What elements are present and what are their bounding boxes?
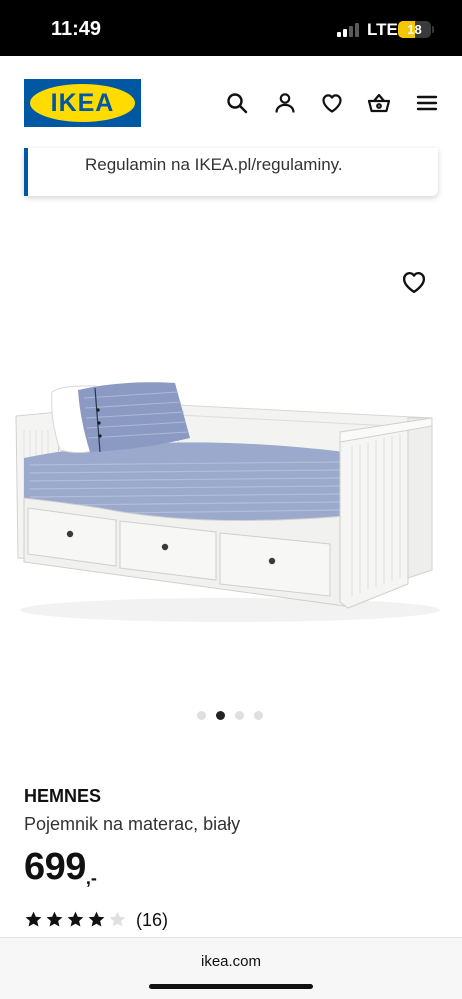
product-description: Pojemnik na materac, biały [24,814,241,834]
price-decimal: ,- [85,868,97,888]
home-indicator[interactable] [149,984,313,989]
carousel-dot-1[interactable] [197,711,206,720]
browser-url[interactable]: ikea.com [0,953,462,970]
add-to-favorites-icon[interactable] [400,268,428,296]
info-banner: Regulamin na IKEA.pl/regulaminy. [24,148,438,196]
rating-count[interactable]: (16) [136,910,168,931]
user-icon[interactable] [273,91,297,115]
battery-icon: 18 [398,21,431,38]
price-integer: 699 [24,846,86,888]
star-filled-icon [87,910,106,929]
star-filled-icon [66,910,85,929]
battery-cap [432,26,434,33]
basket-icon[interactable] [367,91,391,115]
info-banner-accent [24,148,28,196]
product-price: 699,- [24,846,97,890]
status-bar: 11:49 LTE 18 [0,0,462,56]
product-name: HEMNES [24,786,102,806]
carousel-dot-4[interactable] [254,711,263,720]
browser-url-bar[interactable]: ikea.com [0,937,462,999]
menu-icon[interactable] [415,91,439,115]
product-image[interactable] [0,240,462,660]
battery-level: 18 [407,22,422,37]
logo-text: IKEA [50,89,115,117]
star-filled-icon [45,910,64,929]
network-type: LTE [367,20,398,39]
ikea-logo[interactable]: IKEA [24,79,141,127]
carousel-dot-3[interactable] [235,711,244,720]
site-header: IKEA [0,56,462,151]
carousel-dot-2[interactable] [216,711,225,720]
status-time: 11:49 [51,18,102,40]
star-filled-icon [24,910,43,929]
search-icon[interactable] [225,91,249,115]
heart-icon[interactable] [320,91,344,115]
signal-icon [337,23,363,37]
star-empty-icon [108,910,127,929]
info-banner-text[interactable]: Regulamin na IKEA.pl/regulaminy. [85,155,343,175]
